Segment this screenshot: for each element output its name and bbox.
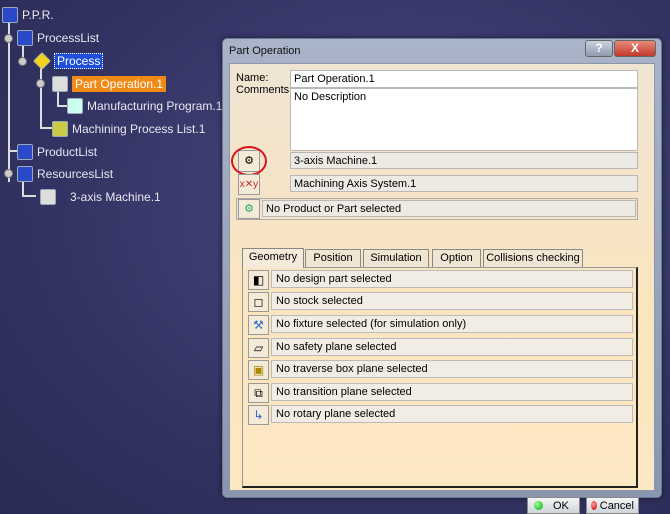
tree-label: ProductList xyxy=(37,145,98,159)
rotary-plane-field: No rotary plane selected xyxy=(271,405,633,423)
cancel-icon xyxy=(591,501,597,510)
process-list-icon xyxy=(17,30,33,46)
part-operation-icon xyxy=(52,76,68,92)
tree-line xyxy=(57,105,67,107)
ppr-icon xyxy=(2,7,18,23)
tree-label: ProcessList xyxy=(37,31,100,45)
tree-label: Manufacturing Program.1 xyxy=(87,99,223,113)
name-input[interactable]: Part Operation.1 xyxy=(290,70,638,88)
collapse-icon[interactable] xyxy=(4,169,13,178)
cancel-button[interactable]: Cancel xyxy=(586,497,639,514)
tree-label: Machining Process List.1 xyxy=(72,122,206,136)
safety-plane-field: No safety plane selected xyxy=(271,338,633,356)
collapse-icon[interactable] xyxy=(36,79,45,88)
dialog-body: Name: Comments: Part Operation.1 No Desc… xyxy=(229,63,655,514)
tree-item-product-list[interactable]: ProductList xyxy=(17,144,97,160)
tree-label: P.P.R. xyxy=(22,8,54,22)
design-part-field: No design part selected xyxy=(271,270,633,288)
tree-label: 3-axis Machine.1 xyxy=(70,190,161,204)
annotation-circle xyxy=(231,146,267,176)
product-list-icon xyxy=(17,144,33,160)
tree-item-resources-list[interactable]: ResourcesList xyxy=(17,166,113,182)
machine-field: 3-axis Machine.1 xyxy=(290,152,638,169)
transition-plane-field: No transition plane selected xyxy=(271,383,633,401)
fixture-icon: ⚒ xyxy=(253,318,264,332)
traverse-box-field: No traverse box plane selected xyxy=(271,360,633,378)
tree-line xyxy=(40,68,42,128)
manufacturing-program-icon xyxy=(67,98,83,114)
tree-item-ppr[interactable]: P.P.R. xyxy=(2,7,54,23)
tab-position[interactable]: Position xyxy=(305,249,361,268)
axis-system-icon: x✕y xyxy=(239,179,259,190)
axis-system-field: Machining Axis System.1 xyxy=(290,175,638,192)
tree-item-part-operation[interactable]: Part Operation.1 xyxy=(52,76,167,92)
stock-icon: ◻ xyxy=(253,295,264,309)
collapse-icon[interactable] xyxy=(4,34,13,43)
tree-label: ResourcesList xyxy=(37,167,114,181)
tree-item-machining-process-list[interactable]: Machining Process List.1 xyxy=(52,121,205,137)
ok-label: OK xyxy=(553,499,569,512)
part-operation-dialog: Part Operation ? X Name: Comments: Part … xyxy=(222,38,662,514)
ok-button[interactable]: OK xyxy=(527,497,580,514)
tree-item-process[interactable]: Process xyxy=(32,51,104,71)
collapse-icon[interactable] xyxy=(18,57,27,66)
tree-line xyxy=(22,195,36,197)
product-icon: ⚙ xyxy=(244,203,254,215)
tree-item-manufacturing-program[interactable]: Manufacturing Program.1 xyxy=(67,98,222,114)
tree-item-machine[interactable]: 3-axis Machine.1 xyxy=(40,189,161,205)
resources-list-icon xyxy=(17,166,33,182)
close-button[interactable]: X xyxy=(614,40,656,57)
stock-field: No stock selected xyxy=(271,292,633,310)
tree-line xyxy=(40,127,52,129)
tab-option[interactable]: Option xyxy=(432,249,481,268)
machine-icon xyxy=(40,189,56,205)
comments-label: Comments: xyxy=(236,84,293,96)
rotary-plane-button[interactable]: ↳ xyxy=(248,405,269,425)
tab-simulation[interactable]: Simulation xyxy=(363,249,429,268)
product-button[interactable]: ⚙ xyxy=(238,199,260,219)
ok-icon xyxy=(534,501,543,510)
fixture-button[interactable]: ⚒ xyxy=(248,315,269,335)
transition-plane-button[interactable]: ⧉ xyxy=(248,383,269,403)
tree-item-process-list[interactable]: ProcessList xyxy=(17,30,99,46)
tree-label: Part Operation.1 xyxy=(72,76,167,92)
traverse-box-icon: ▣ xyxy=(252,363,265,377)
safety-plane-button[interactable]: ▱ xyxy=(248,338,269,358)
cancel-label: Cancel xyxy=(599,499,634,512)
tree-label: Process xyxy=(54,53,104,69)
help-button[interactable]: ? xyxy=(585,40,613,57)
tree-line xyxy=(57,92,59,106)
fixture-field: No fixture selected (for simulation only… xyxy=(271,315,633,333)
rotary-plane-icon: ↳ xyxy=(253,408,264,422)
tree-line xyxy=(8,22,10,182)
tab-collisions-checking[interactable]: Collisions checking xyxy=(483,249,583,268)
tab-geometry[interactable]: Geometry xyxy=(242,248,304,268)
transition-plane-icon: ⧉ xyxy=(254,386,263,400)
name-label: Name: xyxy=(236,72,269,84)
comments-textarea[interactable]: No Description xyxy=(290,88,638,151)
stock-button[interactable]: ◻ xyxy=(248,292,269,312)
axis-system-button[interactable]: x✕y xyxy=(238,174,260,195)
safety-plane-icon: ▱ xyxy=(253,341,264,355)
process-icon xyxy=(32,51,52,71)
machining-process-list-icon xyxy=(52,121,68,137)
geometry-panel: ◧ No design part selected ◻ No stock sel… xyxy=(242,267,638,488)
traverse-box-button[interactable]: ▣ xyxy=(248,360,269,380)
product-field: No Product or Part selected xyxy=(262,200,636,217)
design-part-button[interactable]: ◧ xyxy=(248,270,269,290)
tree-line xyxy=(22,182,24,196)
design-part-icon: ◧ xyxy=(252,273,265,287)
